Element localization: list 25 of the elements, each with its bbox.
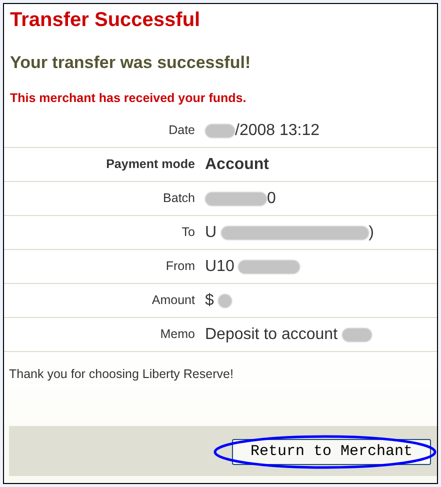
success-heading: Your transfer was successful!	[10, 52, 252, 74]
page-title: Transfer Successful	[10, 8, 202, 32]
field-label: From	[164, 258, 195, 276]
redaction	[218, 294, 232, 308]
field-value: $	[205, 290, 214, 310]
redaction	[238, 260, 300, 274]
field-value: U	[205, 222, 217, 242]
field-label: Batch	[162, 190, 195, 208]
field-label: Payment mode	[105, 156, 195, 174]
notice-text: This merchant has received your funds.	[10, 90, 248, 106]
field-label: To	[180, 224, 195, 242]
redaction	[205, 124, 235, 138]
return-button[interactable]: Return to Merchant	[232, 438, 431, 465]
field-value: Deposit to account	[205, 324, 338, 344]
field-label: Memo	[159, 326, 195, 344]
field-label: Amount	[150, 292, 195, 310]
redaction	[205, 192, 267, 206]
field-value: U10	[205, 256, 234, 276]
thanks-text: Thank you for choosing Liberty Reserve!	[9, 366, 234, 383]
field-value: /2008 13:12	[235, 120, 320, 140]
redaction	[342, 328, 372, 342]
field-value: 0	[267, 188, 276, 208]
field-value: Account	[205, 154, 269, 174]
field-value: )	[368, 222, 374, 242]
field-label: Date	[168, 122, 195, 140]
